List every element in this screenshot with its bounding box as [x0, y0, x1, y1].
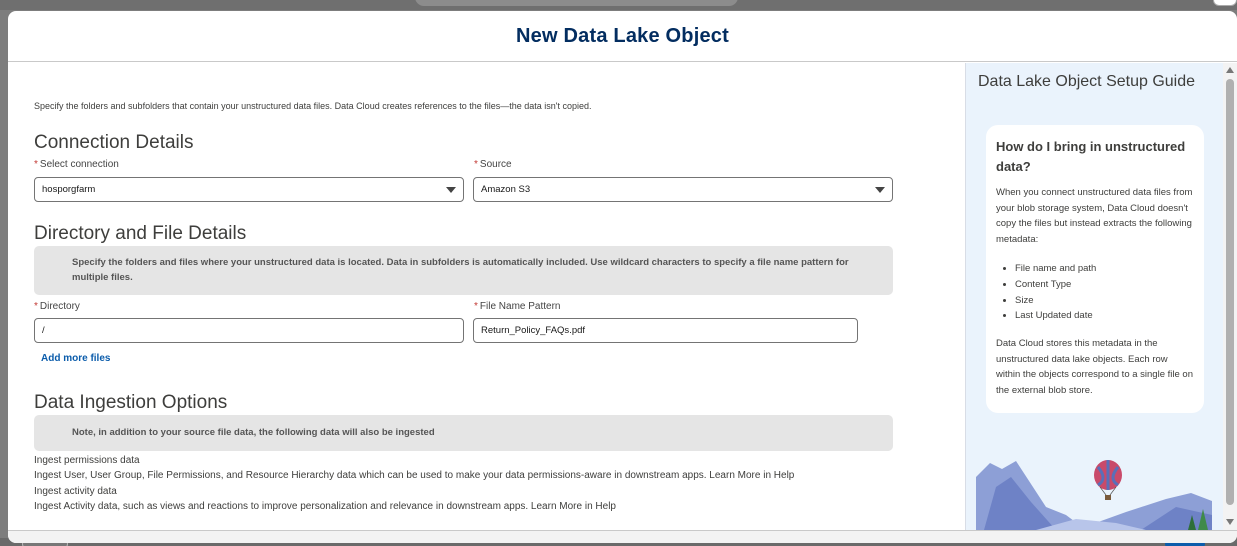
ingest-activity-description: Ingest Activity data, such as views and …: [34, 501, 616, 512]
mountain-balloon-illustration: [976, 460, 1212, 530]
new-data-lake-object-modal: New Data Lake Object Specify the folders…: [8, 11, 1237, 543]
intro-text: Specify the folders and subfolders that …: [34, 101, 592, 111]
scrollbar-thumb[interactable]: [1226, 79, 1234, 505]
directory-label: * Directory: [34, 301, 80, 312]
background-corner-button: [1213, 0, 1237, 6]
select-connection-dropdown[interactable]: hosporgfarm: [34, 177, 464, 202]
guide-scrollbar[interactable]: [1223, 63, 1237, 530]
file-name-pattern-label-text: File Name Pattern: [479, 301, 561, 312]
ingest-activity-title: Ingest activity data: [34, 486, 117, 497]
required-marker: *: [474, 301, 478, 312]
modal-title: New Data Lake Object: [516, 24, 729, 47]
file-name-pattern-label: * File Name Pattern: [474, 301, 561, 312]
guide-paragraph-2: Data Cloud stores this metadata in the u…: [996, 338, 1193, 396]
source-value: Amazon S3: [481, 184, 531, 195]
required-marker: *: [34, 301, 38, 312]
ingestion-info-note: Note, in addition to your source file da…: [34, 415, 893, 451]
directory-input[interactable]: /: [34, 318, 464, 343]
select-connection-label-text: Select connection: [39, 159, 119, 170]
directory-label-text: Directory: [39, 301, 80, 312]
directory-details-heading: Directory and File Details: [34, 223, 247, 244]
connection-details-heading: Connection Details: [34, 132, 194, 153]
ingest-permissions-title: Ingest permissions data: [34, 455, 140, 466]
select-connection-value: hosporgfarm: [42, 184, 96, 195]
directory-info-note: Specify the folders and files where your…: [34, 246, 893, 295]
add-more-files-link[interactable]: Add more files: [41, 353, 110, 364]
list-item: File name and path: [1015, 261, 1194, 277]
select-connection-label: * Select connection: [34, 159, 119, 170]
setup-guide-title: Data Lake Object Setup Guide: [978, 73, 1196, 90]
chevron-down-icon: [446, 187, 456, 193]
chevron-down-icon: [875, 187, 885, 193]
ingestion-options-heading: Data Ingestion Options: [34, 392, 228, 413]
required-marker: *: [34, 159, 38, 170]
file-name-pattern-input[interactable]: Return_Policy_FAQs.pdf: [473, 318, 858, 343]
scroll-down-arrow-icon[interactable]: [1226, 519, 1234, 525]
guide-question: How do I bring in unstructured data?: [996, 139, 1186, 174]
list-item: Size: [1015, 293, 1194, 309]
modal-footer-edge: [8, 530, 1237, 543]
list-item: Last Updated date: [1015, 308, 1194, 324]
required-marker: *: [474, 159, 478, 170]
guide-paragraph: When you connect unstructured data files…: [996, 187, 1193, 245]
scroll-up-arrow-icon[interactable]: [1226, 67, 1234, 73]
setup-guide-card: How do I bring in unstructured data? Whe…: [986, 125, 1204, 413]
background-search-bar: [415, 0, 738, 6]
balloon-basket: [1105, 495, 1111, 500]
source-label: * Source: [474, 159, 512, 170]
source-label-text: Source: [479, 159, 512, 170]
modal-body: Specify the folders and subfolders that …: [8, 63, 965, 530]
list-item: Content Type: [1015, 277, 1194, 293]
source-dropdown[interactable]: Amazon S3: [473, 177, 893, 202]
modal-header: New Data Lake Object: [8, 11, 1237, 62]
metadata-list: File name and path Content Type Size Las…: [996, 261, 1194, 324]
ingest-permissions-description: Ingest User, User Group, File Permission…: [34, 470, 795, 481]
